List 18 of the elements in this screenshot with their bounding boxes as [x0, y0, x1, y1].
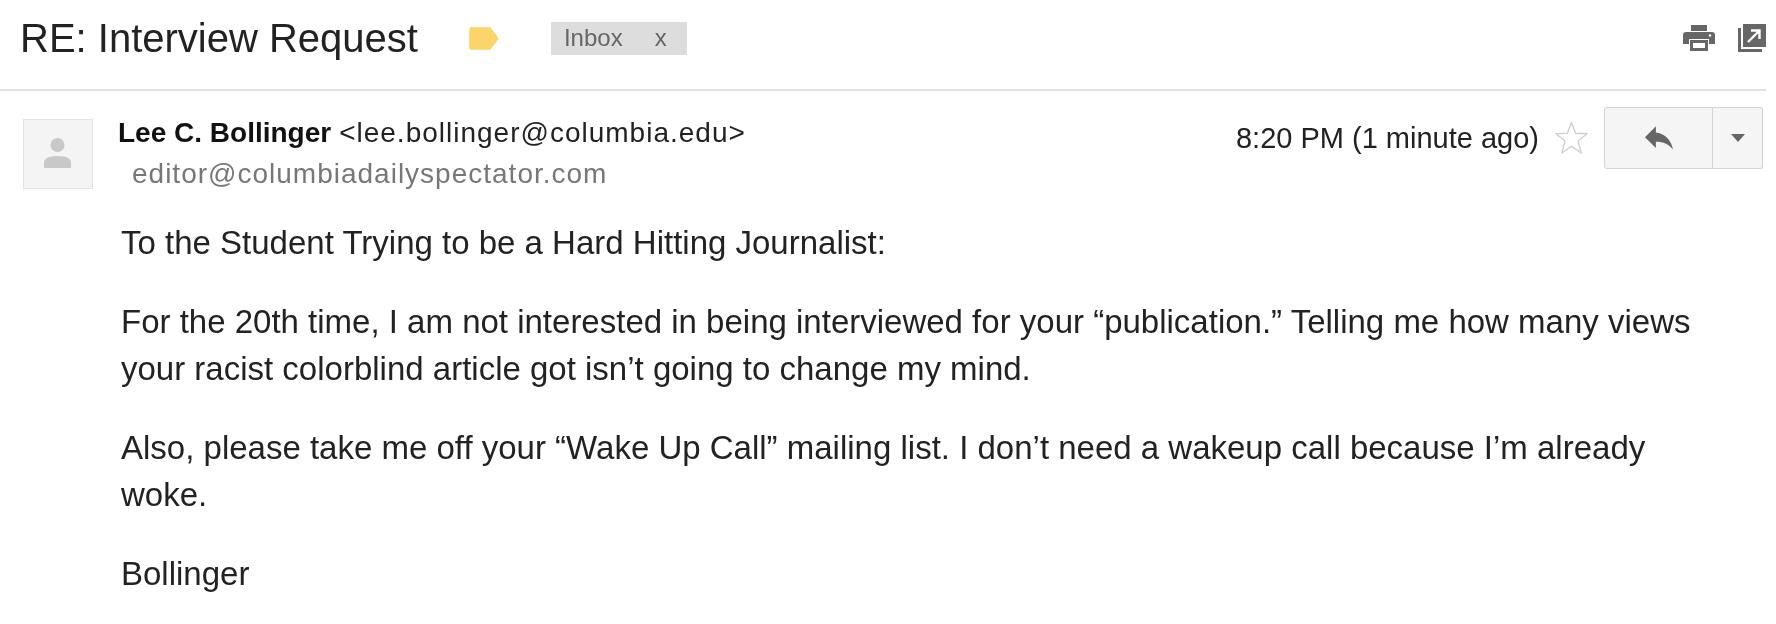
- subject-title: RE: Interview Request: [20, 18, 418, 58]
- caret-icon: [1730, 134, 1745, 142]
- star-icon[interactable]: [1554, 121, 1589, 155]
- reply-arrow-icon: [1644, 126, 1673, 150]
- message-paragraph: Bollinger: [121, 554, 251, 594]
- sender-name: Lee C. Bollinger: [118, 118, 332, 148]
- box-arrow-icon[interactable]: [1738, 24, 1766, 52]
- sender-email: <lee.bollinger@columbia.edu>: [339, 118, 746, 148]
- message-paragraph: Also, please take me off your “Wake Up Call” mailing list. I don’t need a wakeup call because I’m already woke.: [121, 428, 1647, 515]
- person-icon: [23, 119, 93, 189]
- recipient-email: editor@columbiadailyspectator.com: [132, 159, 609, 189]
- printer-icon[interactable]: [1683, 25, 1715, 51]
- label-name[interactable]: Inbox: [563, 24, 623, 52]
- message-paragraph: For the 20th time, I am not interested in being interviewed for your “publication.” Telling me how many views your racist colorblind article got isn’t going to change my mind.: [121, 302, 1692, 389]
- reply-button[interactable]: [1604, 107, 1713, 169]
- message-paragraph: To the Student Trying to be a Hard Hitting Journalist:: [121, 223, 887, 263]
- remove-label-button[interactable]: x: [654, 24, 667, 52]
- timestamp: 8:20 PM (1 minute ago): [1235, 120, 1539, 156]
